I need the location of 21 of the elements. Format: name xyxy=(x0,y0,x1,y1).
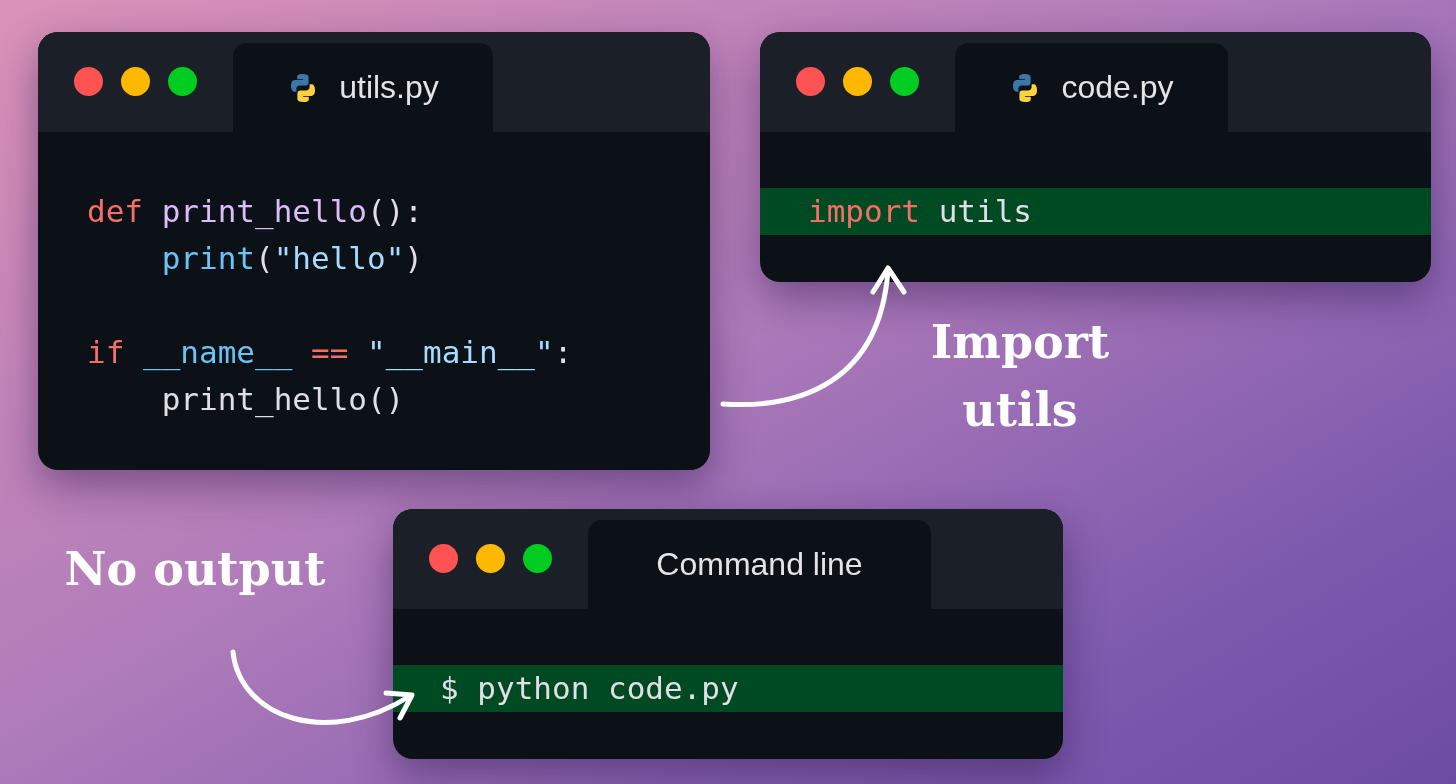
tab-title: utils.py xyxy=(339,69,439,106)
minimize-button[interactable] xyxy=(121,67,150,96)
minimize-button[interactable] xyxy=(476,544,505,573)
code-line: def print_hello(): xyxy=(86,192,424,232)
code-line: if __name__ == "__main__": xyxy=(86,333,574,373)
close-button[interactable] xyxy=(74,67,103,96)
close-button[interactable] xyxy=(796,67,825,96)
code-line: print("hello") xyxy=(160,239,424,278)
annotation-label: Import utils xyxy=(929,314,1111,439)
code-line: print_hello() xyxy=(160,380,406,420)
tab-title: Command line xyxy=(656,546,863,583)
maximize-button[interactable] xyxy=(523,544,552,573)
maximize-button[interactable] xyxy=(890,67,919,96)
annotation-label: No output xyxy=(63,541,327,598)
file-tab[interactable]: code.py xyxy=(955,43,1228,132)
file-tab[interactable]: Command line xyxy=(588,520,931,609)
close-button[interactable] xyxy=(429,544,458,573)
tab-title: code.py xyxy=(1061,69,1174,106)
maximize-button[interactable] xyxy=(168,67,197,96)
file-tab[interactable]: utils.py xyxy=(233,43,493,132)
minimize-button[interactable] xyxy=(843,67,872,96)
